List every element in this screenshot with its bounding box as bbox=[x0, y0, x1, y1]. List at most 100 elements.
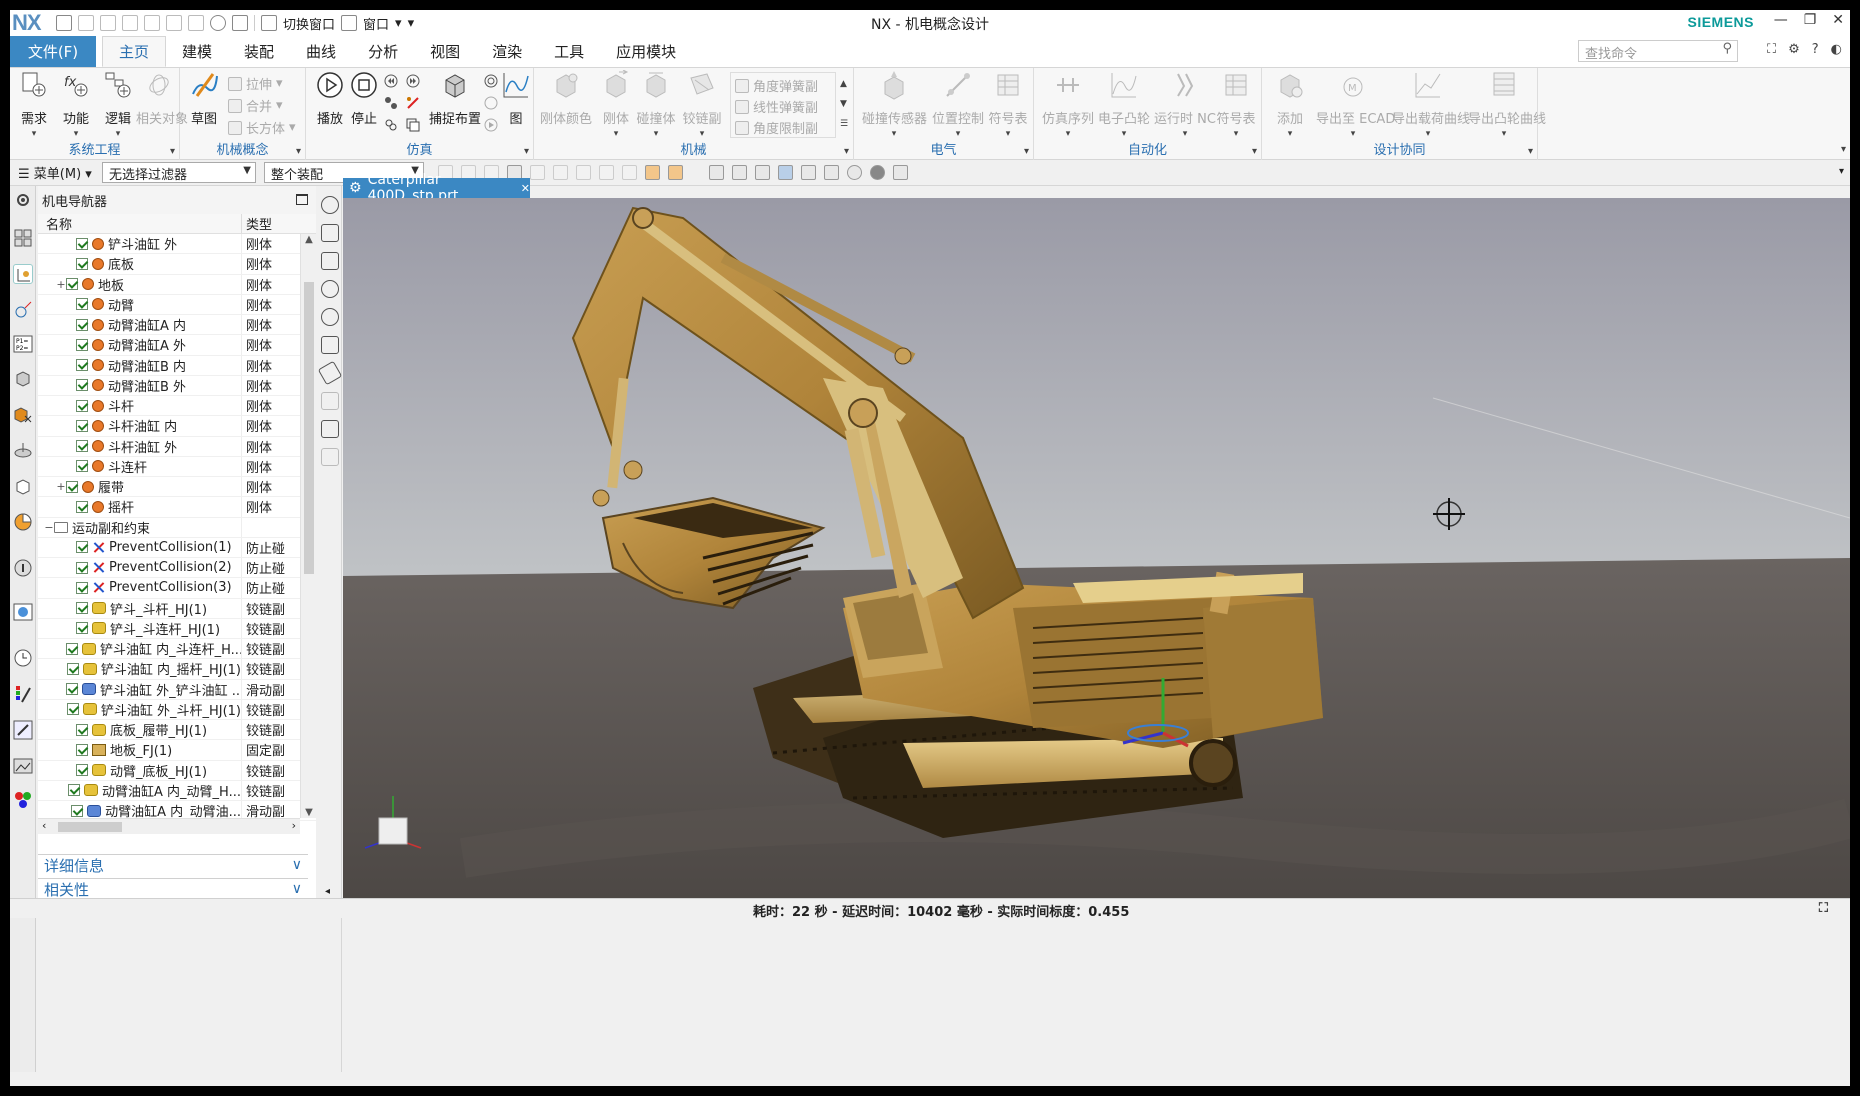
chevron-down-icon[interactable]: ▾ bbox=[1098, 129, 1150, 139]
save-icon[interactable] bbox=[56, 15, 72, 31]
restore-icon[interactable]: ❐ bbox=[1804, 12, 1817, 28]
selection-filter-dropdown[interactable]: 无选择过滤器 ▼ bbox=[102, 162, 256, 183]
tree-row[interactable]: 摇杆 刚体 bbox=[38, 497, 316, 518]
tree-row[interactable]: 铲斗油缸 外_斗杆_HJ(1) 铰链副 bbox=[38, 699, 316, 720]
tree-row[interactable]: 动臂油缸A 内_动臂_H... 铰链副 bbox=[38, 780, 316, 801]
reuse-library-icon[interactable] bbox=[13, 404, 33, 424]
tools-icon[interactable] bbox=[13, 720, 33, 740]
visibility-checkbox[interactable] bbox=[76, 399, 88, 412]
visibility-checkbox[interactable] bbox=[66, 642, 78, 655]
tree-row[interactable]: 动臂 刚体 bbox=[38, 294, 316, 315]
copy-icon[interactable] bbox=[144, 15, 160, 31]
visibility-checkbox[interactable] bbox=[66, 703, 79, 716]
chevron-down-icon[interactable]: ▾ bbox=[862, 129, 926, 139]
need-button[interactable]: 需求 ▾ bbox=[12, 70, 56, 139]
angle-limit-button[interactable]: 角度限制副 bbox=[735, 118, 818, 137]
close-icon[interactable]: ✕ bbox=[521, 182, 530, 195]
chevron-down-icon[interactable]: ▾ bbox=[524, 146, 529, 157]
chevron-down-icon[interactable]: ▾ bbox=[296, 146, 301, 157]
chevron-down-icon[interactable]: ∨ bbox=[292, 857, 302, 873]
position-control-button[interactable]: 位置控制 ▾ bbox=[930, 70, 986, 139]
chevron-down-icon[interactable]: ▾ bbox=[680, 129, 724, 139]
tree-row[interactable]: 斗连杆 刚体 bbox=[38, 456, 316, 477]
fullscreen-icon[interactable]: ⛶ bbox=[1767, 42, 1776, 57]
maximize-icon[interactable] bbox=[296, 194, 308, 205]
repeat-command-icon[interactable] bbox=[188, 15, 204, 31]
symbol-table-button[interactable]: 符号表 ▾ bbox=[986, 70, 1030, 139]
details-section[interactable]: 详细信息 ∨ bbox=[38, 854, 308, 876]
physics-navigator-icon[interactable] bbox=[13, 300, 33, 320]
tree-row[interactable]: − 运动副和约束 bbox=[38, 517, 316, 538]
scroll-right-icon[interactable]: › bbox=[292, 819, 296, 832]
customize-qat-icon[interactable]: ▾ bbox=[408, 16, 415, 31]
tab-applications[interactable]: 应用模块 bbox=[600, 36, 692, 67]
shaded-with-edges-icon[interactable] bbox=[778, 165, 793, 180]
snap-intersection-icon[interactable] bbox=[622, 165, 637, 180]
materials-icon[interactable] bbox=[13, 790, 33, 810]
fit-view-icon[interactable] bbox=[709, 165, 724, 180]
tree-row[interactable]: 底板_履带_HJ(1) 铰链副 bbox=[38, 720, 316, 741]
component-icon[interactable] bbox=[645, 165, 660, 180]
play-icon[interactable] bbox=[321, 280, 339, 298]
vertical-scrollbar[interactable]: ▲ ▼ bbox=[300, 234, 316, 818]
visibility-checkbox[interactable] bbox=[76, 440, 88, 453]
chevron-down-icon[interactable]: ▾ bbox=[12, 129, 56, 139]
redo-icon[interactable] bbox=[100, 15, 116, 31]
simulation-mode-icon[interactable] bbox=[321, 196, 339, 214]
symbol-table-2-button[interactable]: 符号表 ▾ bbox=[1214, 70, 1258, 139]
sequence-editor-icon[interactable]: P1= P2= bbox=[13, 334, 33, 354]
visibility-checkbox[interactable] bbox=[76, 500, 88, 513]
snap-control-icon[interactable] bbox=[599, 165, 614, 180]
tab-tools[interactable]: 工具 bbox=[538, 36, 600, 67]
visibility-checkbox[interactable] bbox=[66, 662, 79, 675]
logic-button[interactable]: 逻辑 ▾ bbox=[96, 70, 140, 139]
tree-row[interactable]: + 地板 刚体 bbox=[38, 274, 316, 295]
switch-window-button[interactable]: 切换窗口 bbox=[283, 14, 335, 33]
rigid-body-color-button[interactable]: 刚体颜色 bbox=[538, 70, 594, 127]
command-search-input[interactable]: 查找命令 bbox=[1578, 40, 1738, 62]
minimize-icon[interactable]: — bbox=[1774, 12, 1788, 28]
tree-row[interactable]: 动臂_底板_HJ(1) 铰链副 bbox=[38, 760, 316, 781]
hinge-joint-button[interactable]: 铰链副 ▾ bbox=[680, 70, 724, 139]
visibility-checkbox[interactable] bbox=[76, 561, 88, 574]
history-icon[interactable] bbox=[13, 440, 33, 460]
chevron-down-icon[interactable]: ▾ bbox=[1468, 129, 1540, 139]
visibility-checkbox[interactable] bbox=[66, 683, 78, 696]
chevron-down-icon[interactable]: ▾ bbox=[986, 129, 1030, 139]
undo-icon[interactable] bbox=[78, 15, 94, 31]
visibility-checkbox[interactable] bbox=[76, 359, 88, 372]
web-browser-icon[interactable] bbox=[13, 602, 33, 622]
mechatronics-navigator-icon[interactable] bbox=[13, 264, 33, 284]
marker-icon[interactable] bbox=[406, 96, 420, 110]
chevron-down-icon[interactable]: ▾ bbox=[1528, 146, 1533, 157]
tab-home[interactable]: 主页 bbox=[102, 36, 167, 67]
tree-row[interactable]: 铲斗油缸 内_摇杆_HJ(1) 铰链副 bbox=[38, 659, 316, 680]
tree-row[interactable]: 地板_FJ(1) 固定副 bbox=[38, 740, 316, 761]
play-quick-icon[interactable] bbox=[210, 15, 226, 31]
minimize-ribbon-icon[interactable]: ◐ bbox=[1831, 42, 1842, 57]
e-cam-button[interactable]: 电子凸轮 ▾ bbox=[1098, 70, 1150, 139]
file-menu-tab[interactable]: 文件(F) bbox=[10, 36, 96, 67]
section-view-icon[interactable] bbox=[847, 165, 862, 180]
roles-icon[interactable] bbox=[13, 476, 33, 496]
window-icon[interactable] bbox=[341, 15, 358, 31]
scroll-thumb[interactable] bbox=[58, 822, 122, 832]
rewind-icon[interactable] bbox=[384, 74, 398, 88]
scroll-up-icon[interactable]: ▲ bbox=[301, 234, 317, 245]
snap-mid-icon[interactable] bbox=[576, 165, 591, 180]
chevron-down-icon[interactable]: ▾ bbox=[1392, 129, 1464, 139]
tree-row[interactable]: 铲斗油缸 外 刚体 bbox=[38, 234, 316, 255]
pie-chart-icon[interactable] bbox=[13, 512, 33, 532]
extrude-button[interactable]: 拉伸 ▾ bbox=[228, 74, 283, 93]
export-icon[interactable] bbox=[321, 392, 339, 410]
visibility-checkbox[interactable] bbox=[76, 318, 88, 331]
chevron-down-icon[interactable]: ▾ bbox=[844, 146, 849, 157]
scroll-down-icon[interactable]: ▼ bbox=[301, 807, 317, 818]
visibility-checkbox[interactable] bbox=[76, 379, 88, 392]
chevron-down-icon[interactable]: ▾ bbox=[96, 129, 140, 139]
export-ecad-button[interactable]: M 导出至 ECAD ▾ bbox=[1316, 70, 1395, 139]
layer-icon[interactable] bbox=[893, 165, 908, 180]
visibility-checkbox[interactable] bbox=[71, 804, 84, 817]
expand-toggle-icon[interactable]: − bbox=[44, 521, 54, 534]
tree-row[interactable]: 斗杆油缸 内 刚体 bbox=[38, 416, 316, 437]
